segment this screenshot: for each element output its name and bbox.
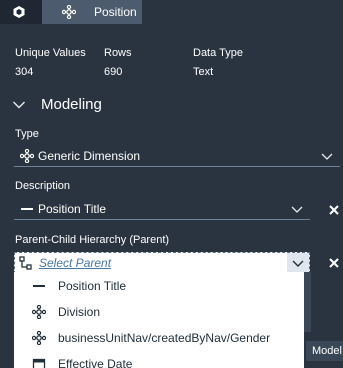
dimension-icon bbox=[62, 5, 76, 19]
dropdown-option-effective-date[interactable]: Effective Date bbox=[14, 351, 304, 368]
dimension-icon bbox=[20, 149, 34, 163]
dimension-icon bbox=[32, 305, 46, 319]
type-label: Type bbox=[15, 128, 39, 140]
dropdown-option-position-title[interactable]: Position Title bbox=[14, 273, 304, 299]
dropdown-option-label: businessUnitNav/createdByNav/Gender bbox=[58, 331, 271, 345]
description-select-value: Position Title bbox=[38, 202, 107, 216]
dropdown-option-division[interactable]: Division bbox=[14, 299, 304, 325]
type-select-value: Generic Dimension bbox=[38, 149, 141, 163]
dropdown-option-label: Position Title bbox=[58, 279, 127, 293]
tab-label: Position bbox=[94, 5, 137, 19]
type-select[interactable]: Generic Dimension bbox=[14, 146, 340, 167]
dimension-icon bbox=[32, 331, 46, 345]
parent-select-dropdown-button[interactable] bbox=[287, 253, 309, 273]
parent-select-placeholder: Select Parent bbox=[39, 256, 112, 270]
unique-values-label: Unique Values bbox=[15, 47, 86, 59]
chevron-down-icon[interactable] bbox=[12, 100, 26, 110]
clear-parent-close-icon[interactable] bbox=[327, 256, 341, 270]
model-tab-label: Model bbox=[312, 345, 342, 357]
calendar-icon bbox=[32, 358, 46, 368]
chevron-down-icon bbox=[292, 260, 304, 267]
text-dimension-icon bbox=[21, 208, 33, 210]
app-tab[interactable] bbox=[0, 0, 42, 24]
hierarchy-icon bbox=[19, 256, 32, 270]
cube-icon bbox=[13, 6, 25, 18]
dropdown-option-label: Division bbox=[58, 305, 101, 319]
data-type-label: Data Type bbox=[193, 47, 243, 59]
modeling-section-title: Modeling bbox=[41, 96, 102, 113]
hierarchy-label: Parent-Child Hierarchy (Parent) bbox=[15, 234, 170, 246]
dropdown-option-label: Effective Date bbox=[58, 357, 133, 368]
text-dimension-icon bbox=[33, 285, 45, 287]
clear-description-close-icon[interactable] bbox=[327, 203, 341, 217]
parent-select[interactable]: Select Parent bbox=[14, 252, 310, 274]
description-label: Description bbox=[15, 180, 71, 192]
parent-dropdown-list: Position Title Division businessUnitNav/… bbox=[14, 272, 304, 368]
chevron-down-icon bbox=[291, 206, 303, 213]
description-select[interactable]: Position Title bbox=[14, 199, 310, 220]
unique-values-value: 304 bbox=[15, 66, 34, 78]
data-type-value: Text bbox=[193, 66, 214, 78]
scrollbar[interactable] bbox=[304, 272, 311, 332]
dropdown-option-gender[interactable]: businessUnitNav/createdByNav/Gender bbox=[14, 325, 304, 351]
rows-value: 690 bbox=[104, 66, 123, 78]
tab-position[interactable]: Position bbox=[42, 0, 142, 24]
chevron-down-icon bbox=[321, 153, 333, 160]
model-tab[interactable]: Model bbox=[306, 341, 343, 361]
rows-label: Rows bbox=[104, 47, 132, 59]
